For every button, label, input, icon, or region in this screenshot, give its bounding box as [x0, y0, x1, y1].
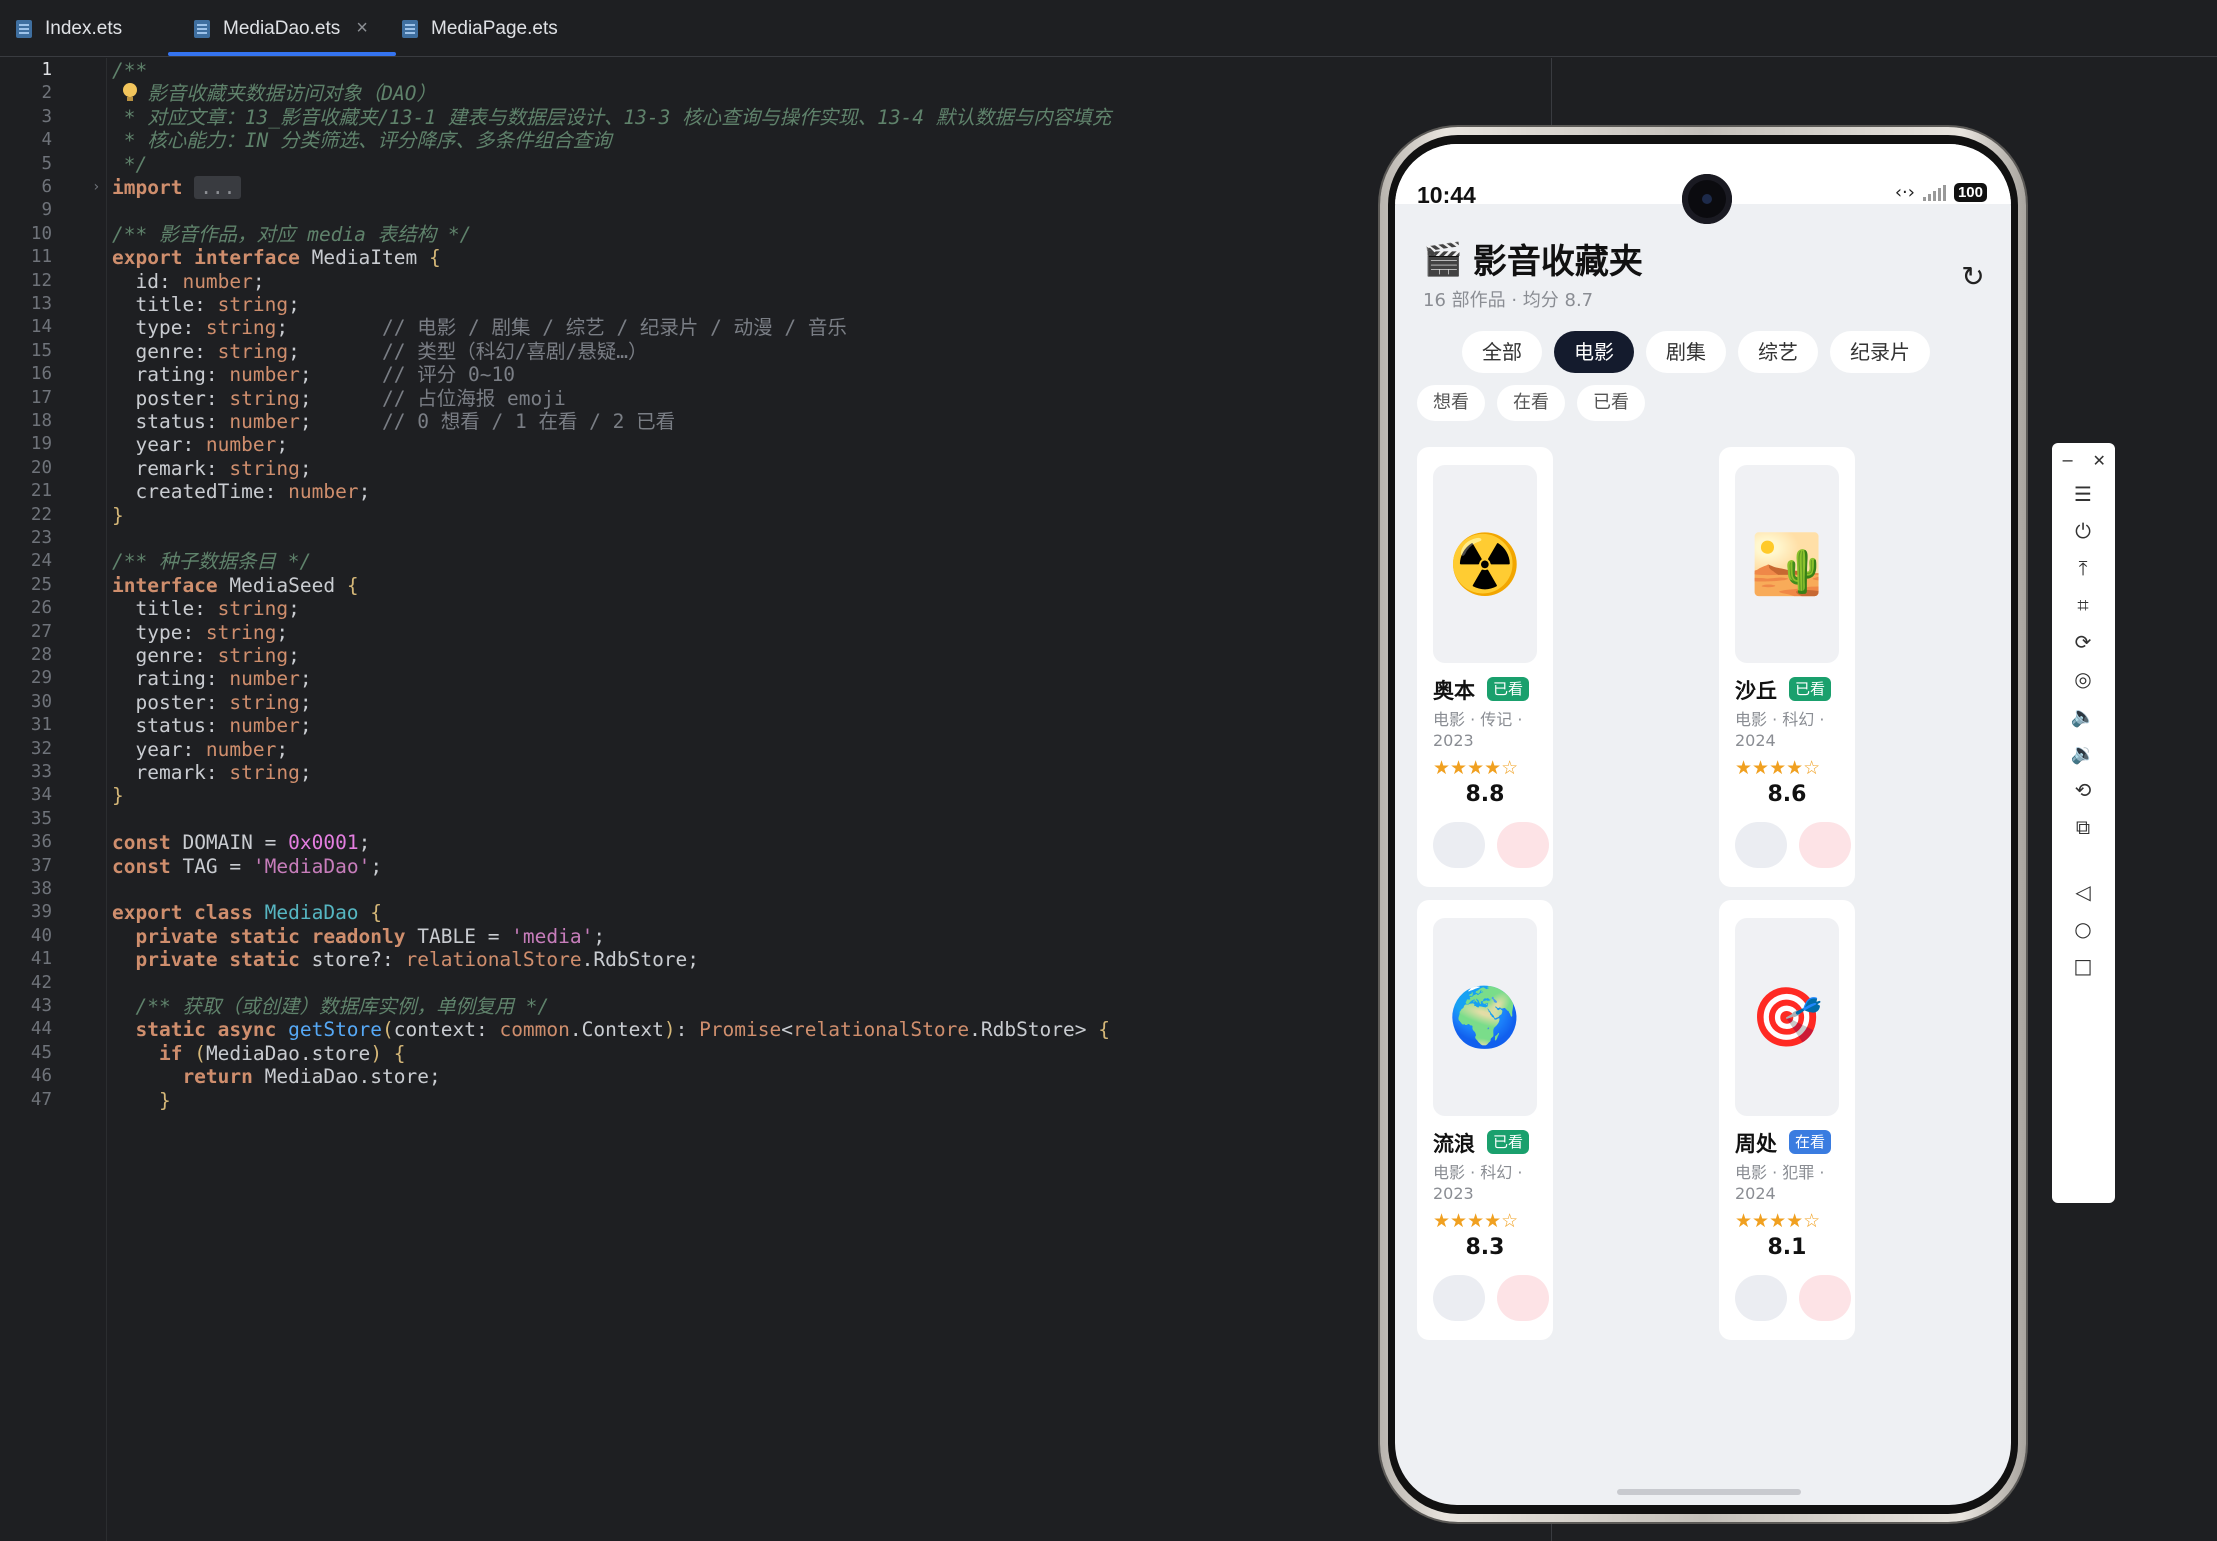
status-toggle-button[interactable]	[1433, 1275, 1485, 1321]
media-title: 周处	[1735, 1132, 1777, 1156]
tab-label: MediaPage.ets	[431, 17, 558, 39]
status-toggle-button[interactable]	[1735, 1275, 1787, 1321]
delete-button[interactable]	[1497, 1275, 1549, 1321]
rating-score: 8.8	[1465, 782, 1505, 807]
media-card[interactable]: 🌍 流浪 已看电影 · 科幻 · 2023 ★★★★☆ 8.3	[1417, 900, 1553, 1340]
refresh-icon[interactable]: ↻	[1958, 262, 1988, 292]
tab-index-ets[interactable]: Index.ets	[14, 0, 122, 57]
media-meta: 电影 · 科幻 · 2023	[1433, 1163, 1523, 1203]
battery-icon: 100	[1953, 183, 1987, 202]
tab-label: Index.ets	[45, 17, 123, 39]
delete-button[interactable]	[1799, 1275, 1851, 1321]
recents-icon[interactable]: □	[2070, 953, 2096, 979]
front-camera-icon	[1682, 174, 1732, 224]
code-text: }	[112, 1084, 171, 1117]
status-filter-chip[interactable]: 想看	[1417, 385, 1485, 421]
back-icon[interactable]: ◁	[2070, 879, 2096, 905]
app-header: 🎬 影音收藏夹	[1423, 234, 1643, 283]
star-rating: ★★★★☆	[1433, 757, 1519, 779]
editor-tab-bar: Index.ets MediaDao.ets × MediaPage.ets	[0, 0, 2217, 57]
media-card[interactable]: 🏜️ 沙丘 已看电影 · 科幻 · 2024 ★★★★☆ 8.6	[1719, 447, 1855, 887]
volume-down-icon[interactable]: 🔉	[2070, 740, 2096, 766]
status-filter-chip[interactable]: 在看	[1497, 385, 1565, 421]
data-transfer-icon: ‹·›	[1894, 182, 1915, 203]
tab-mediadao-ets[interactable]: MediaDao.ets ×	[168, 0, 396, 57]
status-filter-chip[interactable]: 已看	[1577, 385, 1645, 421]
screenshot-icon[interactable]: ◎	[2070, 666, 2096, 692]
tab-label: MediaDao.ets	[223, 17, 341, 39]
ets-file-icon	[14, 18, 34, 40]
target-icon: 🎯	[1735, 918, 1839, 1116]
menu-icon[interactable]: ☰	[2070, 481, 2096, 507]
ets-file-icon	[400, 18, 420, 40]
type-filter-chip[interactable]: 全部	[1462, 331, 1542, 373]
status-filter-bar: 想看 在看 已看	[1417, 385, 1645, 421]
shake-icon[interactable]: ⟲	[2070, 777, 2096, 803]
phone-emulator-frame: 10:44 ‹·› 100 🎬 影音收藏夹 16 部作品 · 均分 8.7 ↻ …	[1380, 127, 2026, 1522]
volume-up-icon[interactable]: 🔈	[2070, 703, 2096, 729]
rating-score: 8.1	[1767, 1235, 1807, 1260]
ets-file-icon	[192, 18, 212, 40]
clapper-board-icon: 🎬	[1423, 239, 1463, 278]
type-filter-chip[interactable]: 纪录片	[1830, 331, 1930, 373]
status-bar: 10:44 ‹·› 100	[1395, 144, 2011, 224]
media-meta: 电影 · 传记 · 2023	[1433, 710, 1523, 750]
close-icon[interactable]: ×	[356, 17, 368, 40]
line-number: 47	[30, 1089, 52, 1110]
status-toggle-button[interactable]	[1735, 822, 1787, 868]
page-title: 影音收藏夹	[1472, 242, 1643, 282]
home-icon[interactable]: ○	[2070, 916, 2096, 942]
type-filter-chip[interactable]: 电影	[1554, 331, 1634, 373]
collection-summary: 16 部作品 · 均分 8.7	[1423, 290, 1594, 311]
media-card[interactable]: 🎯 周处 在看电影 · 犯罪 · 2024 ★★★★☆ 8.1	[1719, 900, 1855, 1340]
tab-mediapage-ets[interactable]: MediaPage.ets	[400, 0, 558, 57]
status-badge: 在看	[1789, 1130, 1832, 1154]
globe-icon: 🌍	[1433, 918, 1537, 1116]
status-badge: 已看	[1789, 677, 1832, 701]
star-rating: ★★★★☆	[1735, 757, 1821, 779]
radioactive-icon: ☢️	[1433, 465, 1537, 663]
minimize-icon[interactable]: −	[2061, 451, 2074, 470]
media-meta: 电影 · 犯罪 · 2024	[1735, 1163, 1825, 1203]
code-token: }	[112, 1088, 171, 1112]
delete-button[interactable]	[1497, 822, 1549, 868]
phone-screen[interactable]: 10:44 ‹·› 100 🎬 影音收藏夹 16 部作品 · 均分 8.7 ↻ …	[1395, 144, 2011, 1505]
status-badge: 已看	[1487, 1130, 1530, 1154]
media-title: 奥本	[1433, 679, 1475, 703]
type-filter-chip[interactable]: 综艺	[1738, 331, 1818, 373]
status-icons: ‹·› 100	[1895, 182, 1987, 203]
media-card[interactable]: ☢️ 奥本 已看电影 · 传记 · 2023 ★★★★☆ 8.8	[1417, 447, 1553, 887]
crop-icon[interactable]: ⌗	[2070, 592, 2096, 618]
rating-score: 8.6	[1767, 782, 1807, 807]
rotate-icon[interactable]: ⟳	[2070, 629, 2096, 655]
emulator-toolbar: − ✕ ☰ ⏻ ⤒ ⌗ ⟳ ◎ 🔈 🔉 ⟲ ⧉ ◁ ○ □	[2052, 443, 2115, 1203]
status-time: 10:44	[1417, 182, 1476, 208]
rating-score: 8.3	[1465, 1235, 1505, 1260]
pin-top-icon[interactable]: ⤒	[2070, 555, 2096, 581]
media-title: 沙丘	[1735, 679, 1777, 703]
type-filter-bar: 全部 电影 剧集 综艺 纪录片	[1462, 331, 1930, 373]
status-toggle-button[interactable]	[1433, 822, 1485, 868]
code-line[interactable]: 47 }	[0, 1084, 1380, 1117]
desert-icon: 🏜️	[1735, 465, 1839, 663]
delete-button[interactable]	[1799, 822, 1851, 868]
power-icon[interactable]: ⏻	[2070, 518, 2096, 544]
multi-device-icon[interactable]: ⧉	[2070, 814, 2096, 840]
media-meta: 电影 · 科幻 · 2024	[1735, 710, 1825, 750]
type-filter-chip[interactable]: 剧集	[1646, 331, 1726, 373]
close-icon[interactable]: ✕	[2093, 451, 2106, 470]
code-editor[interactable]: 1/** 2 影音收藏夹数据访问对象（DAO） 3 * 对应文章：13_影音收藏夹/…	[0, 58, 1380, 1541]
star-rating: ★★★★☆	[1735, 1210, 1821, 1232]
home-indicator[interactable]	[1617, 1489, 1801, 1495]
star-rating: ★★★★☆	[1433, 1210, 1519, 1232]
media-title: 流浪	[1433, 1132, 1475, 1156]
status-badge: 已看	[1487, 677, 1530, 701]
signal-icon	[1922, 184, 1946, 201]
